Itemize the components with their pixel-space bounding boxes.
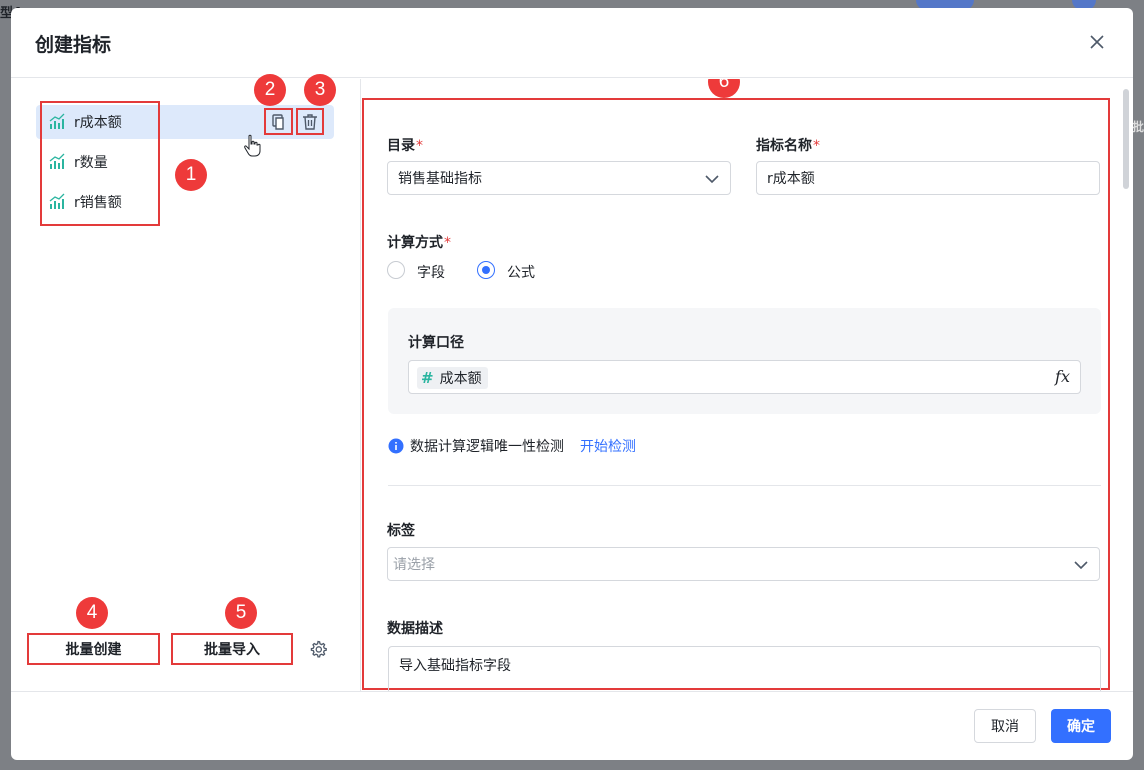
close-icon[interactable]	[1087, 32, 1107, 52]
batch-import-button[interactable]: 批量导入	[171, 633, 293, 665]
start-check-link[interactable]: 开始检测	[580, 436, 636, 456]
radio-field-label: 字段	[417, 265, 445, 281]
metric-chart-icon	[49, 193, 65, 209]
metric-chart-icon	[49, 113, 65, 129]
background-side-text: 批	[1131, 120, 1144, 134]
metric-list-item[interactable]: r成本额	[36, 105, 334, 139]
dialog-title: 创建指标	[35, 34, 112, 56]
description-label: 数据描述	[387, 621, 443, 637]
field-token[interactable]: # 成本额	[417, 367, 488, 389]
metric-list-panel: r成本额 r数量 r销售额 1 2 3 4 5 批量创建 批量导入	[11, 74, 361, 691]
calc-caliber-label: 计算口径	[408, 335, 464, 351]
annotation-badge-4: 4	[76, 597, 108, 629]
annotation-box-form: 目录* 销售基础指标 指标名称* r成本额 计算方式* 字段 公式 计算口径 #…	[362, 98, 1110, 691]
radio-formula[interactable]	[477, 261, 495, 279]
metric-list-item-label: r数量	[74, 155, 108, 171]
tags-placeholder: 请选择	[393, 557, 435, 573]
calc-method-label: 计算方式*	[387, 235, 451, 251]
section-divider	[388, 485, 1101, 486]
annotation-badge-2: 2	[254, 74, 286, 106]
metric-name-label: 指标名称*	[756, 138, 820, 154]
dialog-header: 创建指标	[11, 8, 1133, 78]
formula-input[interactable]: # 成本额 fx	[408, 360, 1081, 394]
metric-name-input[interactable]: r成本额	[756, 161, 1100, 195]
annotation-badge-6: 6	[708, 79, 740, 98]
scrollbar-thumb[interactable]	[1123, 89, 1129, 189]
delete-icon[interactable]	[300, 112, 320, 132]
chevron-down-icon	[705, 175, 719, 184]
tags-select[interactable]: 请选择	[387, 547, 1100, 581]
copy-icon[interactable]	[268, 112, 288, 132]
catalog-select[interactable]: 销售基础指标	[387, 161, 731, 195]
calc-caliber-section: 计算口径 # 成本额 fx	[388, 308, 1101, 414]
uniqueness-check-row: 数据计算逻辑唯一性检测 开始检测	[388, 436, 636, 456]
fx-icon[interactable]: fx	[1055, 367, 1070, 386]
cancel-button[interactable]: 取消	[974, 709, 1036, 743]
uniqueness-check-text: 数据计算逻辑唯一性检测	[410, 439, 564, 455]
chevron-down-icon	[1074, 561, 1088, 570]
annotation-badge-1: 1	[175, 159, 207, 191]
catalog-select-value: 销售基础指标	[398, 171, 482, 187]
description-textarea[interactable]: 导入基础指标字段	[388, 646, 1101, 691]
tags-label: 标签	[387, 523, 415, 539]
dialog-footer: 取消 确定	[11, 691, 1133, 760]
metric-list-item-label: r成本额	[74, 115, 122, 131]
radio-formula-label: 公式	[507, 265, 535, 281]
field-token-label: 成本额	[439, 371, 482, 387]
metric-chart-icon	[49, 153, 65, 169]
annotation-badge-3: 3	[304, 74, 336, 106]
create-metric-dialog: 创建指标 r成本额 r数量 r销售额 1 2 3 4 5 批量创建 批量导入 6…	[11, 8, 1133, 760]
confirm-button[interactable]: 确定	[1051, 709, 1111, 743]
metric-name-value: r成本额	[767, 171, 815, 187]
gear-icon[interactable]	[308, 639, 328, 659]
annotation-badge-5: 5	[225, 597, 257, 629]
batch-create-button[interactable]: 批量创建	[27, 633, 160, 665]
hash-icon: #	[421, 369, 434, 387]
radio-field[interactable]	[387, 261, 405, 279]
metric-list-item-label: r销售额	[74, 195, 122, 211]
info-icon	[388, 438, 404, 454]
catalog-label: 目录*	[387, 138, 423, 154]
metric-form-panel: 6 目录* 销售基础指标 指标名称* r成本额 计算方式* 字段 公式 计算口径…	[362, 79, 1133, 691]
